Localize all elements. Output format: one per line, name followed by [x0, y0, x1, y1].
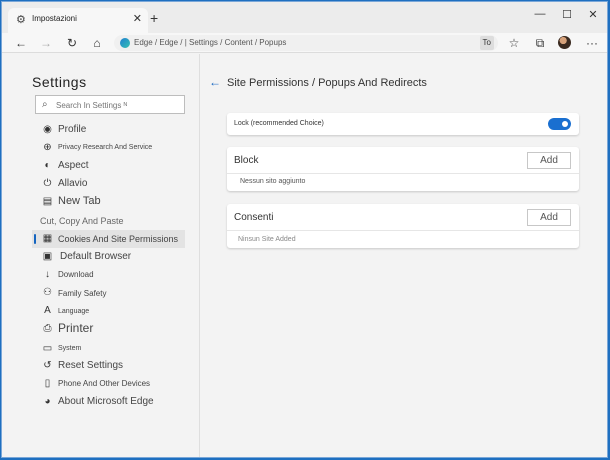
- printer-icon: ⎙: [43, 323, 52, 334]
- sidebar-item-label: Cookies And Site Permissions: [58, 234, 179, 244]
- close-window-icon[interactable]: ✕: [586, 8, 600, 21]
- back-arrow-icon[interactable]: ←: [209, 76, 221, 88]
- sidebar-item-download[interactable]: ↓ Download: [32, 266, 185, 284]
- search-icon: ⌕: [42, 99, 48, 110]
- sidebar-item-startup[interactable]: ⏻ Allavio: [32, 175, 185, 193]
- sidebar-item-printer[interactable]: ⎙ Printer: [32, 320, 185, 338]
- allow-add-button[interactable]: Add: [527, 209, 571, 226]
- page-title: Site Permissions / Popups And Redirects: [227, 77, 427, 89]
- edge-logo-icon: [120, 38, 130, 48]
- browser-window: ⚙ Impostazioni ✕ + — ☐ ✕ ← → ↻ ⌂ Edge / …: [1, 1, 608, 458]
- divider: [227, 173, 579, 174]
- read-aloud-button[interactable]: To: [479, 36, 494, 50]
- minimize-icon[interactable]: —: [533, 8, 547, 20]
- sidebar-item-label: New Tab: [58, 195, 101, 207]
- allow-title: Consenti: [234, 212, 274, 223]
- sidebar-item-label: About Microsoft Edge: [58, 396, 154, 407]
- block-toggle-switch[interactable]: [548, 118, 571, 130]
- block-add-button[interactable]: Add: [527, 152, 571, 169]
- sidebar-item-label: Default Browser: [60, 251, 132, 262]
- sidebar-item-privacy[interactable]: ⊕ Privacy Research And Service: [32, 139, 185, 157]
- sidebar-item-label: Printer: [58, 321, 94, 335]
- browser-icon: ▣: [42, 251, 53, 262]
- sidebar-item-appearance[interactable]: ◐ Aspect: [32, 157, 185, 175]
- block-toggle-label: Lock (recommended Choice): [234, 120, 324, 127]
- tab-title: Impostazioni: [32, 14, 77, 23]
- gear-icon: ⚙: [16, 14, 26, 26]
- new-tab-icon: ▤: [42, 196, 53, 207]
- settings-search[interactable]: ⌕: [35, 95, 185, 114]
- sidebar-item-cookies[interactable]: ▦ Cookies And Site Permissions: [32, 230, 185, 248]
- sidebar-item-default-browser[interactable]: ▣ Default Browser: [32, 248, 185, 266]
- lock-icon: ⊕: [43, 142, 52, 153]
- sidebar-item-label: Aspect: [58, 160, 89, 171]
- divider: [227, 230, 579, 231]
- sidebar-item-label: Privacy Research And Service: [58, 144, 153, 151]
- sidebar-item-about[interactable]: ◕ About Microsoft Edge: [32, 393, 185, 411]
- collections-icon[interactable]: ⧉: [532, 35, 548, 51]
- settings-main: ← Site Permissions / Popups And Redirect…: [201, 54, 607, 457]
- download-icon: ↓: [45, 269, 50, 280]
- home-icon[interactable]: ⌂: [89, 35, 105, 51]
- power-icon: ⏻: [43, 178, 52, 189]
- block-toggle-card: Lock (recommended Choice): [227, 113, 579, 135]
- forward-icon[interactable]: →: [38, 35, 54, 51]
- sidebar-item-label: Family Safety: [58, 289, 107, 298]
- edge-icon: ◕: [44, 396, 51, 407]
- maximize-icon[interactable]: ☐: [560, 8, 574, 21]
- search-input[interactable]: [56, 99, 180, 111]
- close-tab-icon[interactable]: ✕: [133, 12, 142, 25]
- sidebar-item-system[interactable]: ▭ System: [32, 340, 185, 358]
- system-icon: ▭: [42, 343, 53, 354]
- sidebar-item-language[interactable]: A Language: [32, 302, 185, 320]
- settings-sidebar: Settings ⌕ ◉ Profile ⊕ Privacy Research …: [2, 54, 200, 457]
- sidebar-item-new-tab[interactable]: ▤ New Tab: [32, 193, 185, 211]
- sidebar-item-label: Reset Settings: [58, 360, 124, 371]
- cookies-icon: ▦: [42, 233, 53, 244]
- sidebar-item-label: Download: [58, 270, 94, 279]
- tab-strip: ⚙ Impostazioni ✕ + — ☐ ✕: [2, 2, 607, 33]
- back-icon[interactable]: ←: [13, 35, 29, 51]
- phone-icon: ▯: [44, 378, 51, 389]
- block-card: Block Add Nessun sito aggiunto: [227, 147, 579, 191]
- sidebar-item-label: Language: [58, 308, 90, 315]
- profile-icon: ◉: [43, 124, 52, 135]
- reset-icon: ↺: [43, 360, 52, 371]
- block-empty-text: Nessun sito aggiunto: [240, 178, 306, 185]
- family-icon: ⚇: [43, 287, 52, 298]
- language-icon: A: [44, 305, 51, 316]
- allow-empty-text: Ninsun Site Added: [238, 236, 296, 243]
- allow-card: Consenti Add Ninsun Site Added: [227, 204, 579, 248]
- favorites-icon[interactable]: ☆: [506, 35, 522, 51]
- appearance-icon: ◐: [44, 160, 51, 171]
- profile-avatar[interactable]: [558, 36, 571, 49]
- sidebar-title: Settings: [32, 74, 87, 90]
- sidebar-item-reset[interactable]: ↺ Reset Settings: [32, 357, 185, 375]
- sidebar-item-label: Profile: [58, 124, 87, 135]
- browser-toolbar: ← → ↻ ⌂ Edge / Edge / | Settings / Conte…: [2, 33, 607, 53]
- sidebar-item-label: Phone And Other Devices: [58, 379, 151, 388]
- sidebar-item-family[interactable]: ⚇ Family Safety: [32, 284, 185, 302]
- sidebar-item-copy-paste[interactable]: Cut, Copy And Paste: [32, 213, 185, 231]
- address-bar[interactable]: Edge / Edge / | Settings / Content / Pop…: [114, 35, 498, 51]
- sidebar-item-label: System: [58, 345, 82, 352]
- sidebar-item-label: Cut, Copy And Paste: [40, 216, 124, 226]
- sidebar-item-label: Allavio: [58, 178, 88, 189]
- new-tab-button[interactable]: +: [150, 11, 158, 25]
- address-text[interactable]: Edge / Edge / | Settings / Content / Pop…: [134, 38, 286, 47]
- sidebar-item-profile[interactable]: ◉ Profile: [32, 121, 185, 139]
- block-title: Block: [234, 155, 259, 166]
- sidebar-item-phone[interactable]: ▯ Phone And Other Devices: [32, 375, 185, 393]
- refresh-icon[interactable]: ↻: [64, 35, 80, 51]
- browser-tab[interactable]: ⚙ Impostazioni ✕: [8, 8, 148, 33]
- more-menu-icon[interactable]: ···: [584, 35, 600, 51]
